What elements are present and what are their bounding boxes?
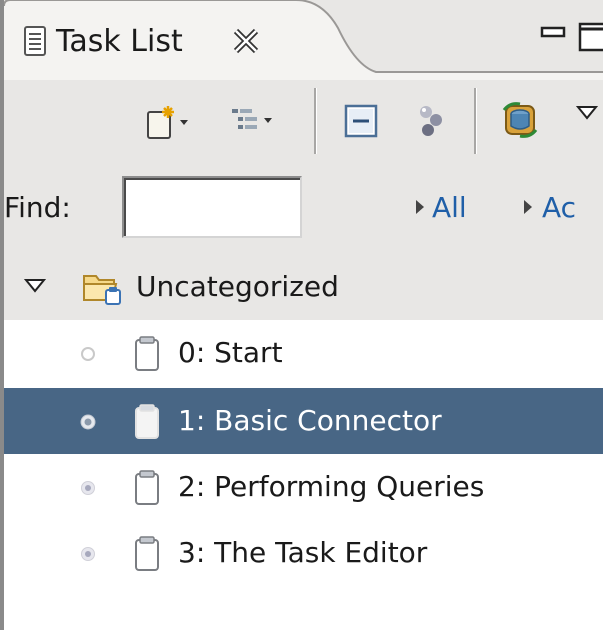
maximize-icon[interactable]	[578, 22, 603, 52]
task-scheduled-icon[interactable]	[78, 478, 98, 498]
task-tree: Uncategorized 0: Start 1: Basic Connecto…	[4, 254, 603, 630]
category-label: Uncategorized	[136, 270, 339, 303]
task-icon	[135, 404, 159, 439]
chevron-down-icon[interactable]	[24, 278, 46, 294]
view-tab-strip: Task List	[4, 0, 603, 80]
task-row[interactable]: 0: Start	[4, 320, 603, 386]
task-active-icon[interactable]	[78, 412, 98, 432]
folder-icon	[83, 275, 121, 305]
view-menu-icon[interactable]	[576, 104, 598, 122]
close-icon[interactable]	[232, 27, 260, 55]
minimize-icon[interactable]	[540, 26, 568, 46]
collapse-all-icon[interactable]	[344, 104, 378, 138]
task-label: 1: Basic Connector	[178, 404, 442, 437]
task-row-selected[interactable]: 1: Basic Connector	[4, 388, 603, 454]
find-label: Find:	[4, 191, 71, 224]
toolbar-separator	[314, 88, 316, 154]
task-list-icon	[24, 26, 46, 56]
task-label: 2: Performing Queries	[178, 470, 485, 503]
filter-all-link[interactable]: All	[432, 190, 467, 226]
synchronize-icon[interactable]	[500, 100, 540, 140]
filter-arrow-icon	[416, 200, 424, 214]
task-incomplete-icon[interactable]	[78, 344, 98, 364]
category-row-uncategorized[interactable]: Uncategorized	[4, 254, 603, 320]
filter-active-link[interactable]: Ac	[542, 190, 576, 226]
task-row[interactable]: 2: Performing Queries	[4, 454, 603, 520]
task-label: 0: Start	[178, 336, 283, 369]
toolbar-separator	[474, 88, 476, 154]
task-icon	[135, 470, 159, 505]
filter-arrow-icon	[524, 200, 532, 214]
task-icon	[135, 536, 159, 571]
presentation-icon[interactable]	[230, 106, 276, 136]
task-icon	[135, 336, 159, 371]
task-label: 3: The Task Editor	[178, 536, 428, 569]
find-bar: Find: All Ac	[4, 162, 603, 254]
task-scheduled-icon[interactable]	[78, 544, 98, 564]
view-toolbar	[4, 80, 603, 162]
focus-on-workweek-icon[interactable]	[414, 102, 448, 140]
find-input[interactable]	[122, 176, 302, 238]
tab-title: Task List	[56, 24, 183, 59]
task-row[interactable]: 3: The Task Editor	[4, 520, 603, 586]
new-task-icon[interactable]	[146, 104, 192, 140]
